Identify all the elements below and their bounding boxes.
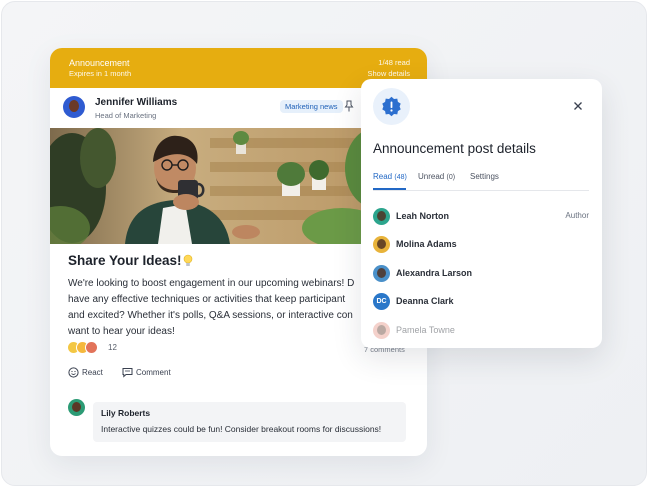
banner-title: Announcement [69,58,130,68]
reader-row[interactable]: DC Deanna Clark [373,293,589,313]
tab-unread-label: Unread [418,172,445,181]
post-title: Share Your Ideas! [68,253,182,268]
reader-name: Alexandra Larson [396,268,473,278]
lightbulb-icon [183,254,193,266]
pin-icon[interactable] [344,100,354,112]
reader-avatar [373,265,390,282]
reader-name: Pamela Towne [396,325,455,335]
reader-row[interactable]: Alexandra Larson [373,265,589,285]
screenshot-frame: Announcement Expires in 1 month 1/48 rea… [1,1,647,486]
reader-row[interactable]: Leah Norton Author [373,208,589,228]
active-tab-indicator [373,188,406,190]
comment-label: Comment [136,368,171,377]
reader-name: Molina Adams [396,239,457,249]
tab-read-count: (48) [394,174,407,181]
reader-avatar [373,208,390,225]
tab-settings[interactable]: Settings [470,172,499,181]
banner-expiry: Expires in 1 month [69,69,132,78]
author-name[interactable]: Jennifer Williams [95,97,177,108]
reader-avatar [373,322,390,339]
commenter-name[interactable]: Lily Roberts [101,408,150,418]
reader-row[interactable]: Molina Adams [373,236,589,256]
author-avatar[interactable] [63,96,85,118]
post-body-line: and excited? Whether it's polls, Q&A ses… [68,310,353,321]
react-label: React [82,368,103,377]
comment-text: Interactive quizzes could be fun! Consid… [101,424,382,434]
reader-avatar [373,236,390,253]
panel-title: Announcement post details [373,141,536,156]
post-body-line: want to hear your ideas! [68,326,175,337]
post-body-line: have any effective techniques or activit… [68,294,346,305]
reader-name: Leah Norton [396,211,449,221]
smiley-icon [68,367,79,378]
tab-settings-label: Settings [470,172,499,181]
alert-badge-icon [373,88,410,125]
tab-unread-count: (0) [446,174,456,181]
comment-bubble-icon [122,368,133,378]
read-count: 1/48 read [378,58,410,67]
author-role: Head of Marketing [95,111,157,120]
reader-name: Deanna Clark [396,296,454,306]
post-body-line: We're looking to boost engagement in our… [68,278,355,289]
reader-role: Author [565,211,589,220]
comment-box: Lily Roberts Interactive quizzes could b… [93,402,406,442]
category-tag[interactable]: Marketing news [280,100,343,113]
post-details-panel: Announcement post details Read (48) Unre… [361,79,602,348]
post-body: We're looking to boost engagement in our… [68,276,398,340]
show-details-link[interactable]: Show details [367,69,410,78]
clap-emoji-icon [86,342,97,353]
reader-avatar-initials: DC [373,293,390,310]
tab-unread[interactable]: Unread (0) [418,172,455,181]
tab-read-label: Read [373,172,393,181]
details-tabs: Read (48) Unread (0) Settings [373,172,589,191]
commenter-avatar[interactable] [68,399,85,416]
reaction-count: 12 [108,343,117,352]
tab-read[interactable]: Read (48) [373,172,407,181]
close-icon[interactable] [573,101,583,111]
reader-row[interactable]: Pamela Towne [373,322,589,342]
